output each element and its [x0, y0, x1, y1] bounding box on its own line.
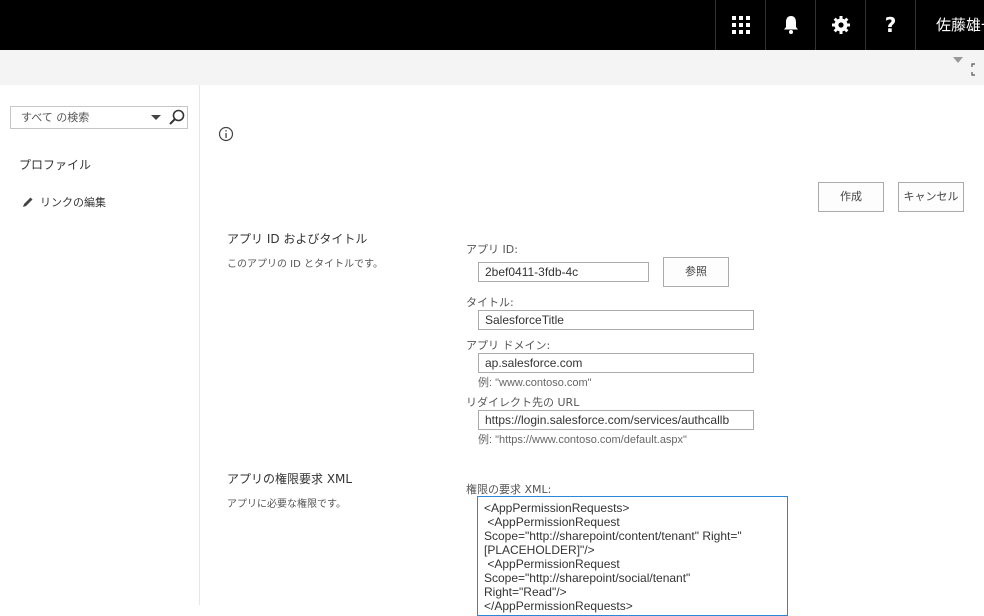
xml-line: </AppPermissionRequests> [484, 599, 633, 613]
search-box [10, 106, 188, 129]
permission-xml-textarea[interactable]: <AppPermissionRequests> <AppPermissionRe… [477, 496, 788, 616]
lookup-button[interactable]: 参照 [663, 257, 729, 287]
app-domain-example: 例: "www.contoso.com" [478, 377, 592, 389]
xml-line: [PLACEHOLDER]"/> [484, 543, 595, 557]
app-id-label: アプリ ID: [466, 243, 518, 256]
help-button[interactable]: ? [865, 0, 915, 50]
notifications-button[interactable] [765, 0, 815, 50]
focus-mode-icon[interactable] [971, 63, 984, 76]
ribbon [0, 50, 984, 85]
ribbon-collapse-icon[interactable] [953, 57, 963, 63]
xml-line: <AppPermissionRequest [484, 515, 620, 529]
user-name[interactable]: 佐藤雄一 [915, 0, 984, 50]
redirect-url-label: リダイレクト先の URL [466, 396, 580, 409]
pencil-icon [23, 197, 33, 207]
xml-line: <AppPermissionRequest [484, 557, 620, 571]
search-input[interactable] [11, 107, 141, 128]
redirect-url-field[interactable]: https://login.salesforce.com/services/au… [478, 410, 754, 430]
title-label: タイトル: [466, 296, 514, 309]
xml-line: Scope="http://sharepoint/content/tenant"… [484, 529, 742, 543]
search-icon[interactable] [167, 108, 187, 127]
edit-links-link[interactable]: リンクの編集 [22, 194, 106, 210]
title-field[interactable]: SalesforceTitle [478, 310, 754, 330]
permission-xml-label: 権限の要求 XML: [466, 483, 552, 496]
app-domain-field[interactable]: ap.salesforce.com [478, 353, 754, 373]
edit-links-label: リンクの編集 [40, 196, 106, 209]
app-launcher-icon [731, 16, 750, 34]
app-id-field[interactable]: 2bef0411-3fdb-4c [478, 262, 649, 282]
app-launcher-button[interactable] [715, 0, 765, 50]
nav-item-profile[interactable]: プロファイル [19, 156, 91, 173]
settings-button[interactable] [815, 0, 865, 50]
bell-icon [783, 16, 798, 34]
search-scope-dropdown-icon[interactable] [151, 115, 161, 120]
section-permission-title: アプリの権限要求 XML [227, 472, 353, 486]
xml-line: Right="Read"/> [484, 585, 567, 599]
cancel-button[interactable]: キャンセル [898, 182, 964, 212]
gear-icon [831, 16, 850, 34]
app-domain-label: アプリ ドメイン: [466, 339, 551, 352]
section-app-title: アプリ ID およびタイトル [227, 232, 368, 246]
info-icon[interactable] [218, 126, 234, 142]
xml-line: <AppPermissionRequests> [484, 501, 630, 515]
section-app-description: このアプリの ID とタイトルです。 [227, 259, 384, 270]
question-icon: ? [884, 13, 897, 37]
xml-line: Scope="http://sharepoint/social/tenant" [484, 571, 691, 585]
create-button[interactable]: 作成 [818, 182, 884, 212]
redirect-url-example: 例: "https://www.contoso.com/default.aspx… [478, 434, 687, 446]
section-permission-description: アプリに必要な権限です。 [227, 499, 346, 510]
